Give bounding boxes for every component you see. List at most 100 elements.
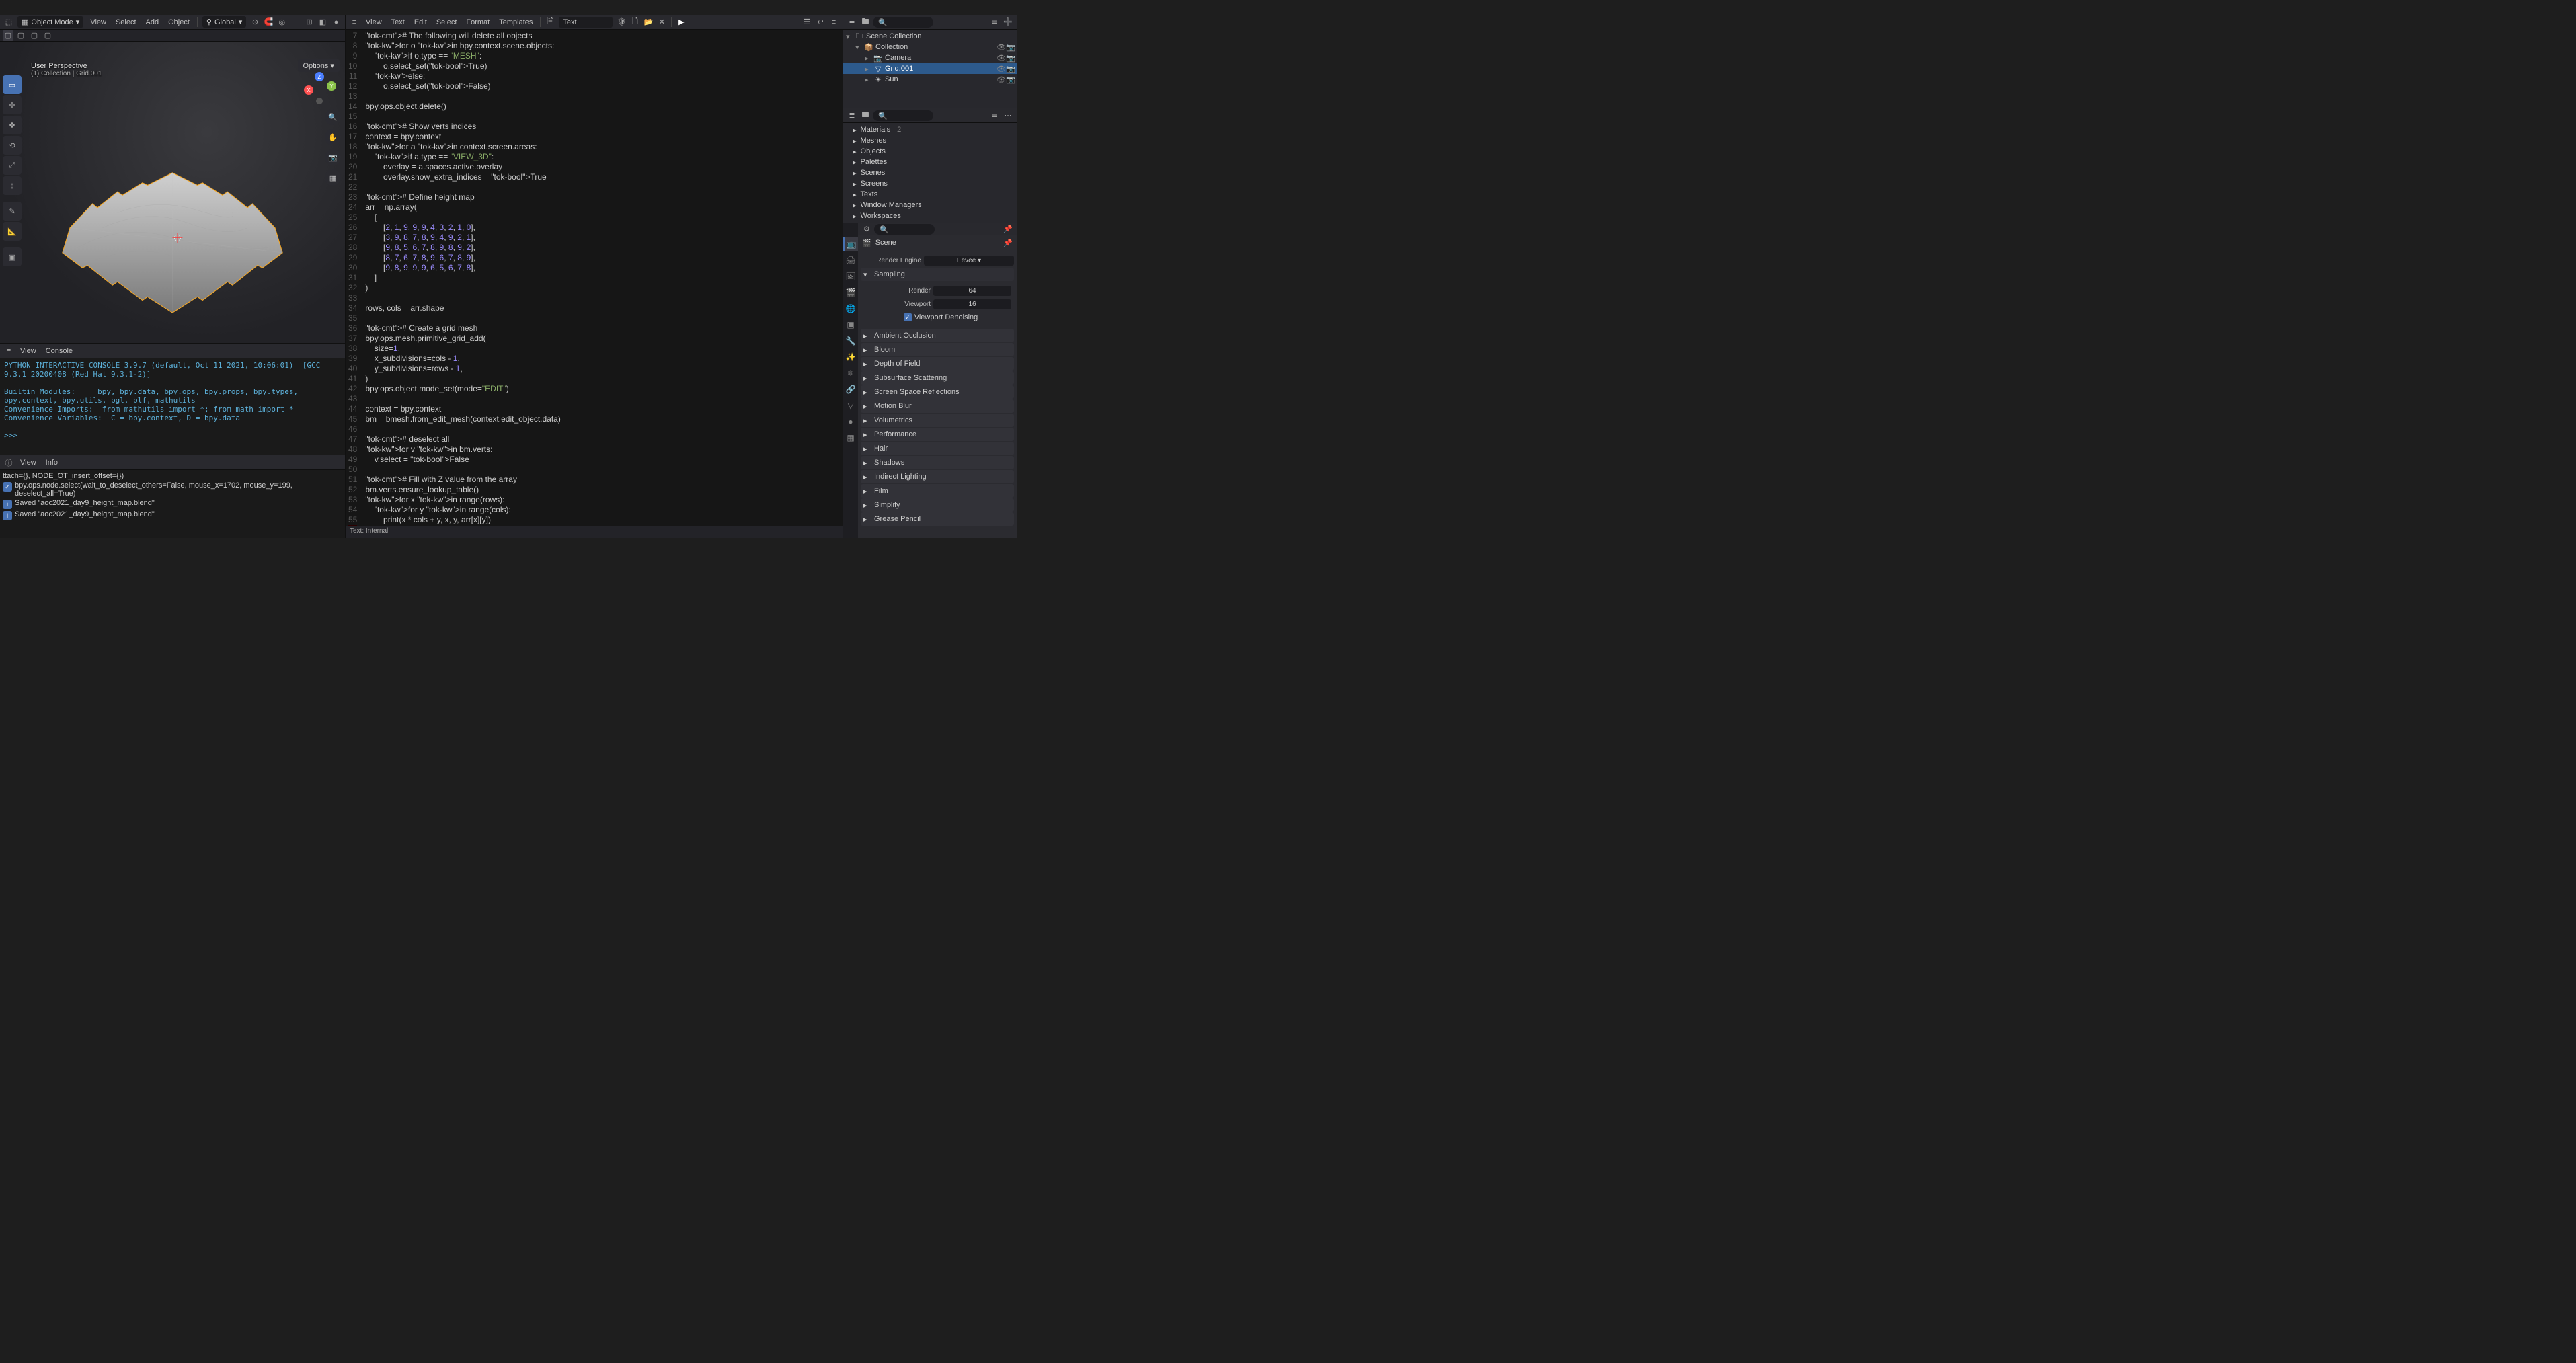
proportional-icon[interactable]: ◎ bbox=[276, 16, 288, 28]
eye-icon[interactable]: 👁 bbox=[997, 54, 1005, 63]
tree-row[interactable]: ▸📷Camera👁📷 bbox=[843, 52, 1017, 63]
data-outliner-body[interactable]: ▸Materials2▸Meshes▸Objects▸Palettes▸Scen… bbox=[843, 123, 1017, 223]
info-body[interactable]: ttach={}, NODE_OT_insert_offset={})✓bpy.… bbox=[0, 470, 345, 538]
data-row[interactable]: ▸Window Managers bbox=[843, 200, 1017, 210]
pan-icon[interactable]: ✋ bbox=[325, 129, 341, 145]
data-row[interactable]: ▸Palettes bbox=[843, 157, 1017, 167]
tab-world[interactable]: 🌐 bbox=[843, 301, 858, 316]
menu-select[interactable]: Select bbox=[112, 17, 141, 28]
tab-constraints[interactable]: 🔗 bbox=[843, 382, 858, 397]
new-icon[interactable]: 🗋 bbox=[629, 16, 641, 28]
nav-gizmo[interactable]: Z Y X bbox=[299, 69, 340, 109]
panel-row[interactable]: ▸Screen Space Reflections bbox=[861, 385, 1014, 399]
text-editor[interactable]: 7891011121314151617181920212223242526272… bbox=[346, 30, 843, 526]
3d-viewport[interactable]: Options ▾ User Perspective (1) Collectio… bbox=[0, 42, 345, 343]
render-icon[interactable]: 📷 bbox=[1006, 43, 1014, 52]
info-line[interactable]: ttach={}, NODE_OT_insert_offset={}) bbox=[3, 471, 342, 481]
shield-icon[interactable]: 🛡 bbox=[615, 16, 627, 28]
new-collection-icon[interactable]: ➕ bbox=[1002, 16, 1014, 28]
editor-type-icon[interactable]: ≡ bbox=[348, 16, 360, 28]
word-wrap-icon[interactable]: ↩ bbox=[814, 16, 826, 28]
shading-icon[interactable]: ● bbox=[330, 16, 342, 28]
data-row[interactable]: ▸Workspaces bbox=[843, 210, 1017, 221]
more-icon[interactable]: ⋯ bbox=[1002, 110, 1014, 122]
editor-type-icon[interactable]: ⬚ bbox=[3, 16, 15, 28]
editor-type-icon[interactable]: ≡ bbox=[3, 345, 15, 357]
expand-icon[interactable]: ▸ bbox=[853, 147, 857, 156]
tab-texture[interactable]: ▦ bbox=[843, 430, 858, 445]
panel-row[interactable]: ▸Film bbox=[861, 484, 1014, 498]
tree-row[interactable]: ▾📦Collection👁📷 bbox=[843, 42, 1017, 52]
snap-icon[interactable]: 🧲 bbox=[262, 16, 274, 28]
data-row[interactable]: ▸Screens bbox=[843, 178, 1017, 189]
viewport-samples-field[interactable]: 16 bbox=[933, 299, 1011, 309]
open-icon[interactable]: 📂 bbox=[642, 16, 654, 28]
expand-icon[interactable]: ▸ bbox=[853, 169, 857, 178]
unlink-icon[interactable]: ✕ bbox=[656, 16, 668, 28]
properties-body[interactable]: ⚙ 🔍 📌 🎬 Scene 📌 Render Engine Eevee ▾ bbox=[858, 223, 1017, 538]
code-area[interactable]: "tok-cmt"># The following will delete al… bbox=[362, 30, 843, 526]
menu-select[interactable]: Select bbox=[432, 17, 461, 28]
panel-row[interactable]: ▸Depth of Field bbox=[861, 357, 1014, 371]
move-tool[interactable]: ✥ bbox=[3, 116, 22, 134]
panel-row[interactable]: ▸Simplify bbox=[861, 498, 1014, 512]
expand-icon[interactable]: ▸ bbox=[853, 126, 857, 134]
pivot-icon[interactable]: ⊙ bbox=[249, 16, 261, 28]
tab-output[interactable]: 🖨 bbox=[843, 253, 858, 268]
tree-row[interactable]: ▸▽Grid.001👁📷 bbox=[843, 63, 1017, 74]
tab-material[interactable]: ● bbox=[843, 414, 858, 429]
display-mode-icon[interactable]: 🖿 bbox=[859, 110, 871, 122]
tab-view-layer[interactable]: 🖼 bbox=[843, 269, 858, 284]
console-output[interactable]: PYTHON INTERACTIVE CONSOLE 3.9.7 (defaul… bbox=[0, 358, 345, 455]
tab-particles[interactable]: ✨ bbox=[843, 350, 858, 364]
outliner-body[interactable]: ▾🗀 Scene Collection ▾📦Collection👁📷▸📷Came… bbox=[843, 30, 1017, 108]
panel-row[interactable]: ▸Indirect Lighting bbox=[861, 470, 1014, 483]
data-row[interactable]: ▸Materials2 bbox=[843, 124, 1017, 135]
xray-icon[interactable]: ◧ bbox=[317, 16, 329, 28]
eye-icon[interactable]: 👁 bbox=[997, 75, 1005, 84]
eye-icon[interactable]: 👁 bbox=[997, 43, 1005, 52]
info-line[interactable]: iSaved "aoc2021_day9_height_map.blend" bbox=[3, 510, 342, 521]
filter-icon[interactable]: 𝍢 bbox=[988, 110, 1001, 122]
editor-type-icon[interactable]: ≣ bbox=[846, 110, 858, 122]
tab-object[interactable]: ▣ bbox=[843, 317, 858, 332]
panel-row[interactable]: ▸Ambient Occlusion bbox=[861, 329, 1014, 342]
menu-view[interactable]: View bbox=[16, 457, 40, 468]
panel-row[interactable]: ▸Subsurface Scattering bbox=[861, 371, 1014, 385]
checkbox-icon[interactable]: ✓ bbox=[904, 313, 912, 321]
tab-mesh[interactable]: ▽ bbox=[843, 398, 858, 413]
expand-icon[interactable]: ▸ bbox=[853, 180, 857, 188]
menu-templates[interactable]: Templates bbox=[495, 17, 537, 28]
panel-row[interactable]: ▸Hair bbox=[861, 442, 1014, 455]
panel-row[interactable]: ▸Volumetrics bbox=[861, 414, 1014, 427]
render-samples-field[interactable]: 64 bbox=[933, 286, 1011, 296]
expand-icon[interactable]: ▸ bbox=[865, 65, 871, 73]
text-name-field[interactable]: Text bbox=[559, 17, 613, 28]
data-row[interactable]: ▸Texts bbox=[843, 189, 1017, 200]
menu-view[interactable]: View bbox=[16, 346, 40, 356]
expand-icon[interactable]: ▸ bbox=[853, 201, 857, 210]
tab-render[interactable]: 📺 bbox=[843, 237, 858, 251]
panel-row[interactable]: ▸Shadows bbox=[861, 456, 1014, 469]
data-row[interactable]: ▸Scenes bbox=[843, 167, 1017, 178]
display-mode-icon[interactable]: 🖿 bbox=[859, 16, 871, 28]
expand-icon[interactable]: ▸ bbox=[853, 137, 857, 145]
select-box-tool[interactable]: ▭ bbox=[3, 75, 22, 94]
info-line[interactable]: ✓bpy.ops.node.select(wait_to_deselect_ot… bbox=[3, 481, 342, 498]
line-numbers-icon[interactable]: ☰ bbox=[801, 16, 813, 28]
pin-icon[interactable]: 📌 bbox=[1002, 223, 1014, 235]
editor-type-icon[interactable]: ≣ bbox=[846, 16, 858, 28]
select-mode-3-icon[interactable]: ▢ bbox=[28, 30, 40, 42]
menu-text[interactable]: Text bbox=[387, 17, 409, 28]
cursor-tool[interactable]: ✛ bbox=[3, 95, 22, 114]
menu-console[interactable]: Console bbox=[42, 346, 77, 356]
panel-row[interactable]: ▸Motion Blur bbox=[861, 399, 1014, 413]
tab-scene[interactable]: 🎬 bbox=[843, 285, 858, 300]
eye-icon[interactable]: 👁 bbox=[997, 65, 1005, 73]
menu-edit[interactable]: Edit bbox=[410, 17, 431, 28]
search-input[interactable]: 🔍 bbox=[873, 110, 933, 121]
denoise-row[interactable]: ✓ Viewport Denoising bbox=[870, 311, 1011, 323]
expand-icon[interactable]: ▸ bbox=[853, 212, 857, 221]
expand-icon[interactable]: ▸ bbox=[865, 75, 871, 84]
expand-icon[interactable]: ▸ bbox=[853, 190, 857, 199]
